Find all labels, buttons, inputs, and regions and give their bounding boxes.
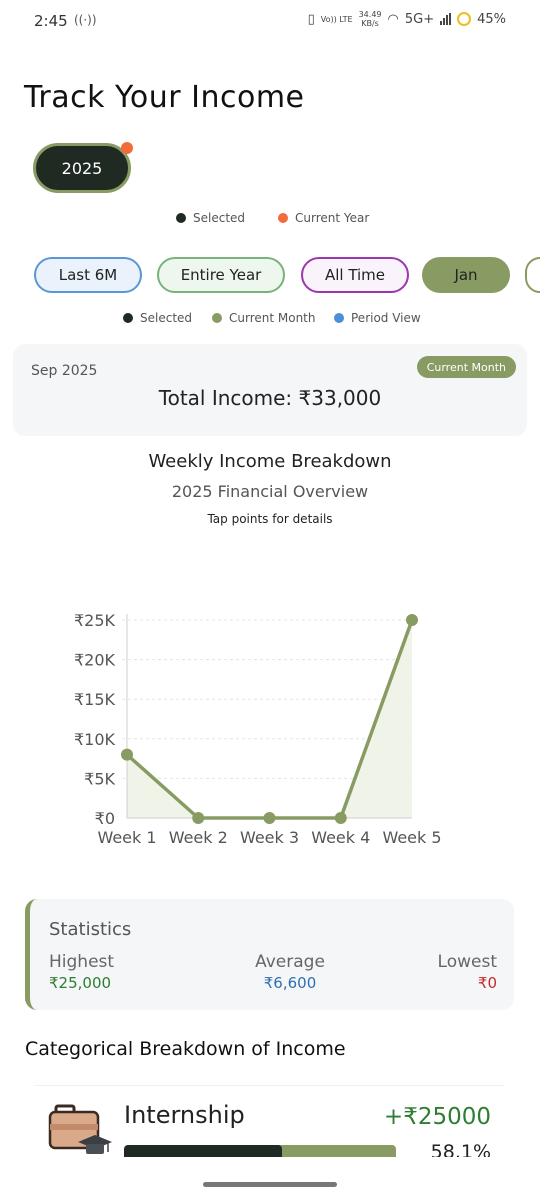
x-tick-label: Week 5 (382, 828, 441, 847)
stat-lowest: Lowest ₹0 (438, 952, 497, 992)
data-point[interactable] (334, 812, 347, 824)
filter-legend-selected-label: Selected (140, 311, 193, 325)
period-filter-row: Last 6M Entire Year All Time Jan (0, 257, 540, 295)
category-item-internship[interactable]: Internship +₹25000 58.1% (34, 1085, 504, 1157)
current-year-dot (121, 142, 133, 154)
network-speed: 34.49 KB/s (359, 10, 382, 28)
x-tick-label: Week 3 (240, 828, 299, 847)
network-speed-unit: KB/s (361, 19, 379, 28)
income-period: Sep 2025 (31, 363, 98, 379)
year-chip-label: 2025 (61, 158, 103, 178)
chart-hint: Tap points for details (207, 512, 333, 526)
data-point[interactable] (192, 812, 205, 824)
filter-legend-current-month: Current Month (212, 311, 316, 325)
signal-icon (440, 13, 452, 25)
data-point[interactable] (263, 812, 276, 824)
stat-highest: Highest ₹25,000 (49, 952, 114, 992)
y-tick-label: ₹10K (74, 730, 116, 749)
status-indicators: ▯ Vo)) LTE 34.49 KB/s ◠ 5G+ 45% (308, 10, 506, 28)
stat-highest-value: ₹25,000 (49, 974, 112, 992)
area-fill (127, 620, 412, 818)
x-tick-label: Week 4 (311, 828, 370, 847)
vibrate-icon: ▯ (307, 11, 315, 27)
wifi-icon: ◠ (387, 11, 399, 27)
filter-month-jan[interactable]: Jan (422, 257, 510, 293)
battery-icon (457, 12, 472, 26)
y-tick-label: ₹5K (84, 769, 115, 788)
statistics-title: Statistics (49, 919, 132, 940)
total-income-value: Total Income: ₹33,000 (158, 386, 382, 410)
category-amount: +₹25000 (383, 1104, 491, 1130)
statistics-card: Statistics Highest ₹25,000 Average ₹6,60… (25, 899, 514, 1010)
network-speed-value: 34.49 (358, 10, 382, 19)
category-percent: 58.1% (430, 1141, 491, 1157)
current-month-dot-icon (212, 313, 222, 323)
chart-subtitle: 2025 Financial Overview (171, 482, 369, 501)
network-type: 5G+ (404, 11, 435, 27)
status-bar: 2:45 ((·)) ▯ Vo)) LTE 34.49 KB/s ◠ 5G+ 4… (0, 0, 540, 42)
total-income-card: Sep 2025 Current Month Total Income: ₹33… (13, 344, 527, 436)
year-legend-selected: Selected (176, 211, 245, 225)
stat-lowest-label: Lowest (437, 952, 497, 972)
breakdown-title: Categorical Breakdown of Income (25, 1038, 346, 1060)
x-tick-label: Week 2 (169, 828, 228, 847)
year-chip-selected[interactable]: 2025 (33, 143, 131, 193)
stat-lowest-value: ₹0 (477, 974, 497, 992)
period-view-dot-icon (334, 313, 344, 323)
briefcase-graduation-icon (48, 1104, 112, 1154)
data-point[interactable] (406, 614, 418, 626)
home-indicator[interactable] (203, 1182, 337, 1187)
selected-dot-icon (176, 213, 186, 223)
volte-indicator: Vo)) LTE (320, 14, 353, 24)
y-tick-label: ₹20K (74, 651, 116, 670)
current-month-badge: Current Month (416, 356, 516, 378)
year-legend-current-label: Current Year (295, 211, 370, 225)
data-point[interactable] (121, 748, 133, 761)
year-legend-selected-label: Selected (193, 211, 246, 225)
selected-dot-icon (123, 313, 133, 323)
filter-legend-current-month-label: Current Month (229, 311, 316, 325)
x-tick-label: Week 1 (97, 828, 156, 847)
category-progress-bar (124, 1145, 396, 1157)
filter-legend-selected: Selected (123, 311, 192, 325)
y-tick-label: ₹25K (74, 611, 116, 630)
current-year-dot-icon (278, 213, 288, 223)
stat-average-value: ₹6,600 (263, 974, 317, 992)
hotspot-icon: ((·)) (74, 13, 97, 27)
filter-month-next[interactable] (525, 257, 540, 293)
filter-all-time[interactable]: All Time (301, 257, 409, 293)
y-tick-label: ₹15K (74, 690, 116, 709)
weekly-income-chart: ₹0 ₹5K ₹10K ₹15K ₹20K ₹25K Week 1 Week 2 Week 3 W… (74, 611, 442, 847)
year-legend-current: Current Year (278, 211, 369, 225)
category-progress-fill (124, 1145, 283, 1157)
page-title: Track Your Income (24, 80, 305, 115)
stat-average: Average ₹6,600 (235, 952, 345, 992)
chart-title: Weekly Income Breakdown (148, 451, 392, 472)
stat-highest-label: Highest (49, 952, 115, 972)
filter-last-6m[interactable]: Last 6M (34, 257, 142, 293)
stat-average-label: Average (255, 952, 325, 972)
filter-legend-period-view: Period View (334, 311, 421, 325)
category-name: Internship (124, 1101, 245, 1129)
filter-entire-year[interactable]: Entire Year (157, 257, 285, 293)
y-tick-label: ₹0 (95, 809, 115, 828)
status-time: 2:45 (34, 12, 68, 30)
battery-level: 45% (477, 11, 506, 27)
filter-legend-period-view-label: Period View (351, 311, 421, 325)
